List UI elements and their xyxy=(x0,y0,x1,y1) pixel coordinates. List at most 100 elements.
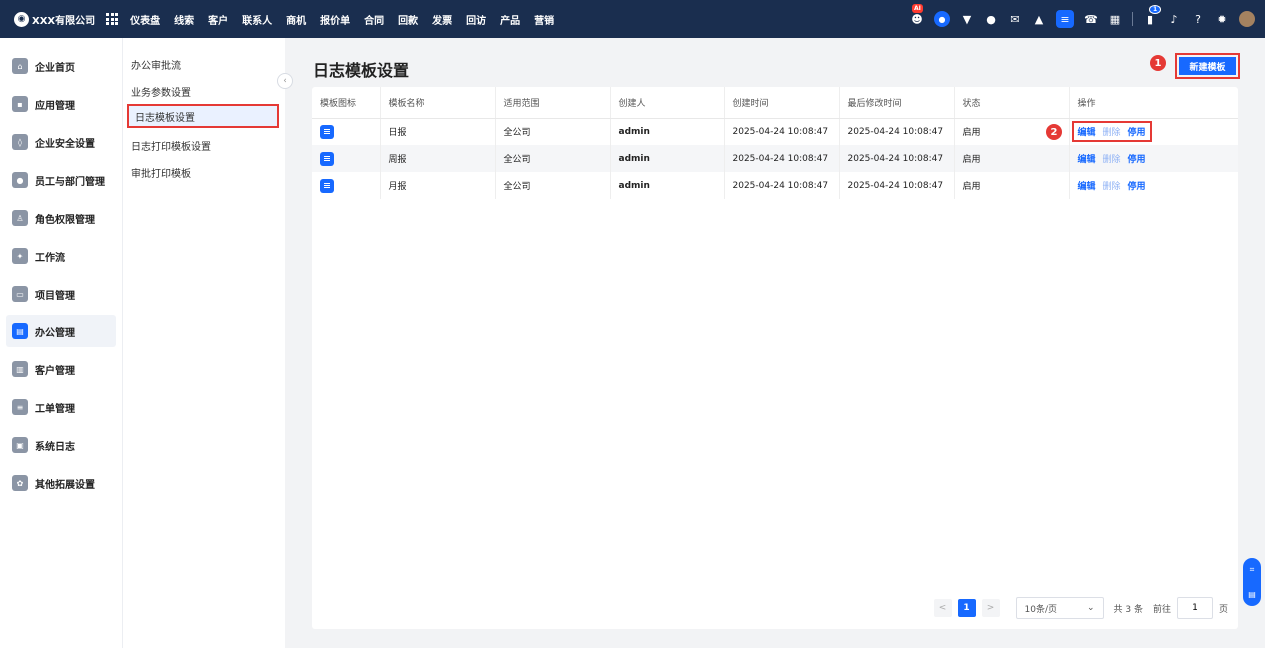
template-document-icon xyxy=(320,124,334,139)
column-header-scope: 适用范围 xyxy=(495,87,611,119)
template-name: 月报 xyxy=(380,172,496,199)
submenu-item-log-print-template[interactable]: 日志打印模板设置 xyxy=(131,138,211,153)
template-table-card: 模板图标 模板名称 适用范围 创建人 创建时间 最后修改时间 状态 操作 日报 … xyxy=(312,87,1238,629)
prev-page-button[interactable]: < xyxy=(933,599,952,617)
chat-icon[interactable]: ● xyxy=(934,11,950,27)
nav-quotes[interactable]: 报价单 xyxy=(320,12,350,27)
nav-marketing[interactable]: 营销 xyxy=(534,12,554,27)
sidebar-item-tickets[interactable]: ≡ 工单管理 xyxy=(6,391,116,423)
sidebar-item-label: 办公管理 xyxy=(35,327,75,339)
globe-icon[interactable]: ● xyxy=(984,12,998,26)
nav-products[interactable]: 产品 xyxy=(500,12,520,27)
nav-invoices[interactable]: 发票 xyxy=(432,12,452,27)
phone-icon[interactable]: ☎ xyxy=(1084,12,1098,26)
customer-icon: ▥ xyxy=(12,361,28,377)
sidebar-item-projects[interactable]: ▭ 项目管理 xyxy=(6,278,116,310)
column-header-created: 创建时间 xyxy=(724,87,840,119)
top-icons: ☻ AI ● ▼ ● ✉ ▲ ≡ ☎ ▦ ▮ 1 ♪ ? ✹ xyxy=(900,0,1255,38)
sidebar-item-label: 企业首页 xyxy=(35,62,75,74)
column-header-name: 模板名称 xyxy=(380,87,496,119)
mail-icon[interactable]: ✉ xyxy=(1008,12,1022,26)
nav-visits[interactable]: 回访 xyxy=(466,12,486,27)
column-header-actions: 操作 xyxy=(1069,87,1238,119)
nav-customers[interactable]: 客户 xyxy=(208,12,228,27)
submenu-item-approval-flow[interactable]: 办公审批流 xyxy=(131,57,181,72)
users-icon: ● xyxy=(12,172,28,188)
submenu-item-business-params[interactable]: 业务参数设置 xyxy=(131,84,191,99)
next-page-button[interactable]: > xyxy=(981,599,1000,617)
task-icon[interactable]: ▮ 1 xyxy=(1143,5,1162,26)
template-created: 2025-04-24 10:08:47 xyxy=(724,118,840,145)
pin-icon[interactable]: ▼ xyxy=(960,12,974,26)
delete-button[interactable]: 删除 xyxy=(1103,152,1121,165)
disable-button[interactable]: 停用 xyxy=(1128,179,1146,192)
help-icon[interactable]: ? xyxy=(1191,12,1205,26)
row-actions-highlight: 编辑 删除 停用 xyxy=(1071,121,1152,143)
disable-button[interactable]: 停用 xyxy=(1128,152,1146,165)
page-title: 日志模板设置 xyxy=(313,61,410,80)
step-badge-2: 2 xyxy=(1046,124,1062,140)
page-size-select[interactable]: 10条/页 ⌄ xyxy=(1015,597,1104,619)
row-actions: 编辑 删除 停用 xyxy=(1078,179,1146,192)
nav-leads[interactable]: 线索 xyxy=(174,12,194,27)
table-row: 月报 全公司 admin 2025-04-24 10:08:47 2025-04… xyxy=(312,172,1238,199)
template-table: 模板图标 模板名称 适用范围 创建人 创建时间 最后修改时间 状态 操作 日报 … xyxy=(312,87,1238,199)
sidebar-item-workflow[interactable]: ✦ 工作流 xyxy=(6,240,116,272)
new-template-highlight: 新建模板 xyxy=(1175,53,1240,79)
sidebar-item-apps[interactable]: ▪ 应用管理 xyxy=(6,88,116,120)
sidebar-item-system-log[interactable]: ▣ 系统日志 xyxy=(6,429,116,461)
edit-button[interactable]: 编辑 xyxy=(1078,152,1096,165)
document-icon[interactable]: ≡ xyxy=(1056,10,1074,28)
page-number-current[interactable]: 1 xyxy=(957,599,976,617)
sidebar-item-office[interactable]: ▤ 办公管理 xyxy=(6,315,116,347)
sidebar-item-label: 工单管理 xyxy=(35,403,75,415)
bell-icon[interactable]: ♪ xyxy=(1167,12,1181,26)
sidebar-item-label: 其他拓展设置 xyxy=(35,479,95,491)
feedback-icon[interactable]: ▤ xyxy=(1248,590,1256,599)
row-actions: 编辑 删除 停用 xyxy=(1078,152,1146,165)
role-icon: ♙ xyxy=(12,210,28,226)
column-header-creator: 创建人 xyxy=(610,87,725,119)
ai-robot-icon[interactable]: ☻ AI xyxy=(910,4,924,26)
divider xyxy=(1132,12,1133,26)
new-template-button[interactable]: 新建模板 xyxy=(1179,57,1236,75)
company-name: XXX有限公司 xyxy=(32,15,96,27)
sidebar-item-staff[interactable]: ● 员工与部门管理 xyxy=(6,164,116,196)
sidebar-item-security[interactable]: ◊ 企业安全设置 xyxy=(6,126,116,158)
main-nav: 仪表盘 线索 客户 联系人 商机 报价单 合同 回款 发票 回访 产品 营销 xyxy=(130,12,568,27)
avatar[interactable] xyxy=(1239,11,1255,27)
step-badge-1: 1 xyxy=(1150,55,1166,71)
scan-icon[interactable]: ⌗ xyxy=(1250,565,1255,575)
submenu-item-log-template[interactable]: 日志模板设置 xyxy=(127,104,279,128)
pagination: < 1 > 10条/页 ⌄ 共 3 条 前往 页 xyxy=(928,597,1228,619)
goto-page-input[interactable] xyxy=(1176,597,1213,619)
gear-icon[interactable]: ✹ xyxy=(1215,12,1229,26)
nav-opportunities[interactable]: 商机 xyxy=(286,12,306,27)
nav-contacts[interactable]: 联系人 xyxy=(242,12,272,27)
template-status: 启用 xyxy=(954,172,1070,199)
submenu-item-approval-print[interactable]: 审批打印模板 xyxy=(131,165,191,180)
sidebar-item-home[interactable]: ⌂ 企业首页 xyxy=(6,50,116,82)
template-creator: admin xyxy=(610,145,725,172)
top-bar: ◉ XXX有限公司 仪表盘 线索 客户 联系人 商机 报价单 合同 回款 发票 … xyxy=(0,0,1265,38)
nav-payments[interactable]: 回款 xyxy=(398,12,418,27)
delete-button[interactable]: 删除 xyxy=(1103,179,1121,192)
total-count: 共 3 条 xyxy=(1113,604,1143,615)
app-grid-icon[interactable] xyxy=(106,13,119,25)
edit-button[interactable]: 编辑 xyxy=(1078,125,1096,138)
company-logo[interactable]: ◉ XXX有限公司 xyxy=(14,11,96,27)
sidebar-item-label: 工作流 xyxy=(35,252,65,264)
nav-dashboard[interactable]: 仪表盘 xyxy=(130,12,160,27)
template-creator: admin xyxy=(610,172,725,199)
contacts-icon[interactable]: ▲ xyxy=(1032,12,1046,26)
sidebar-item-extensions[interactable]: ✿ 其他拓展设置 xyxy=(6,467,116,499)
disable-button[interactable]: 停用 xyxy=(1128,125,1146,138)
table-row: 日报 全公司 admin 2025-04-24 10:08:47 2025-04… xyxy=(312,118,1238,145)
sidebar-item-customers[interactable]: ▥ 客户管理 xyxy=(6,353,116,385)
sidebar-item-roles[interactable]: ♙ 角色权限管理 xyxy=(6,202,116,234)
column-header-icon: 模板图标 xyxy=(312,87,381,119)
edit-button[interactable]: 编辑 xyxy=(1078,179,1096,192)
delete-button[interactable]: 删除 xyxy=(1103,125,1121,138)
nav-contracts[interactable]: 合同 xyxy=(364,12,384,27)
calendar-icon[interactable]: ▦ xyxy=(1108,12,1122,26)
